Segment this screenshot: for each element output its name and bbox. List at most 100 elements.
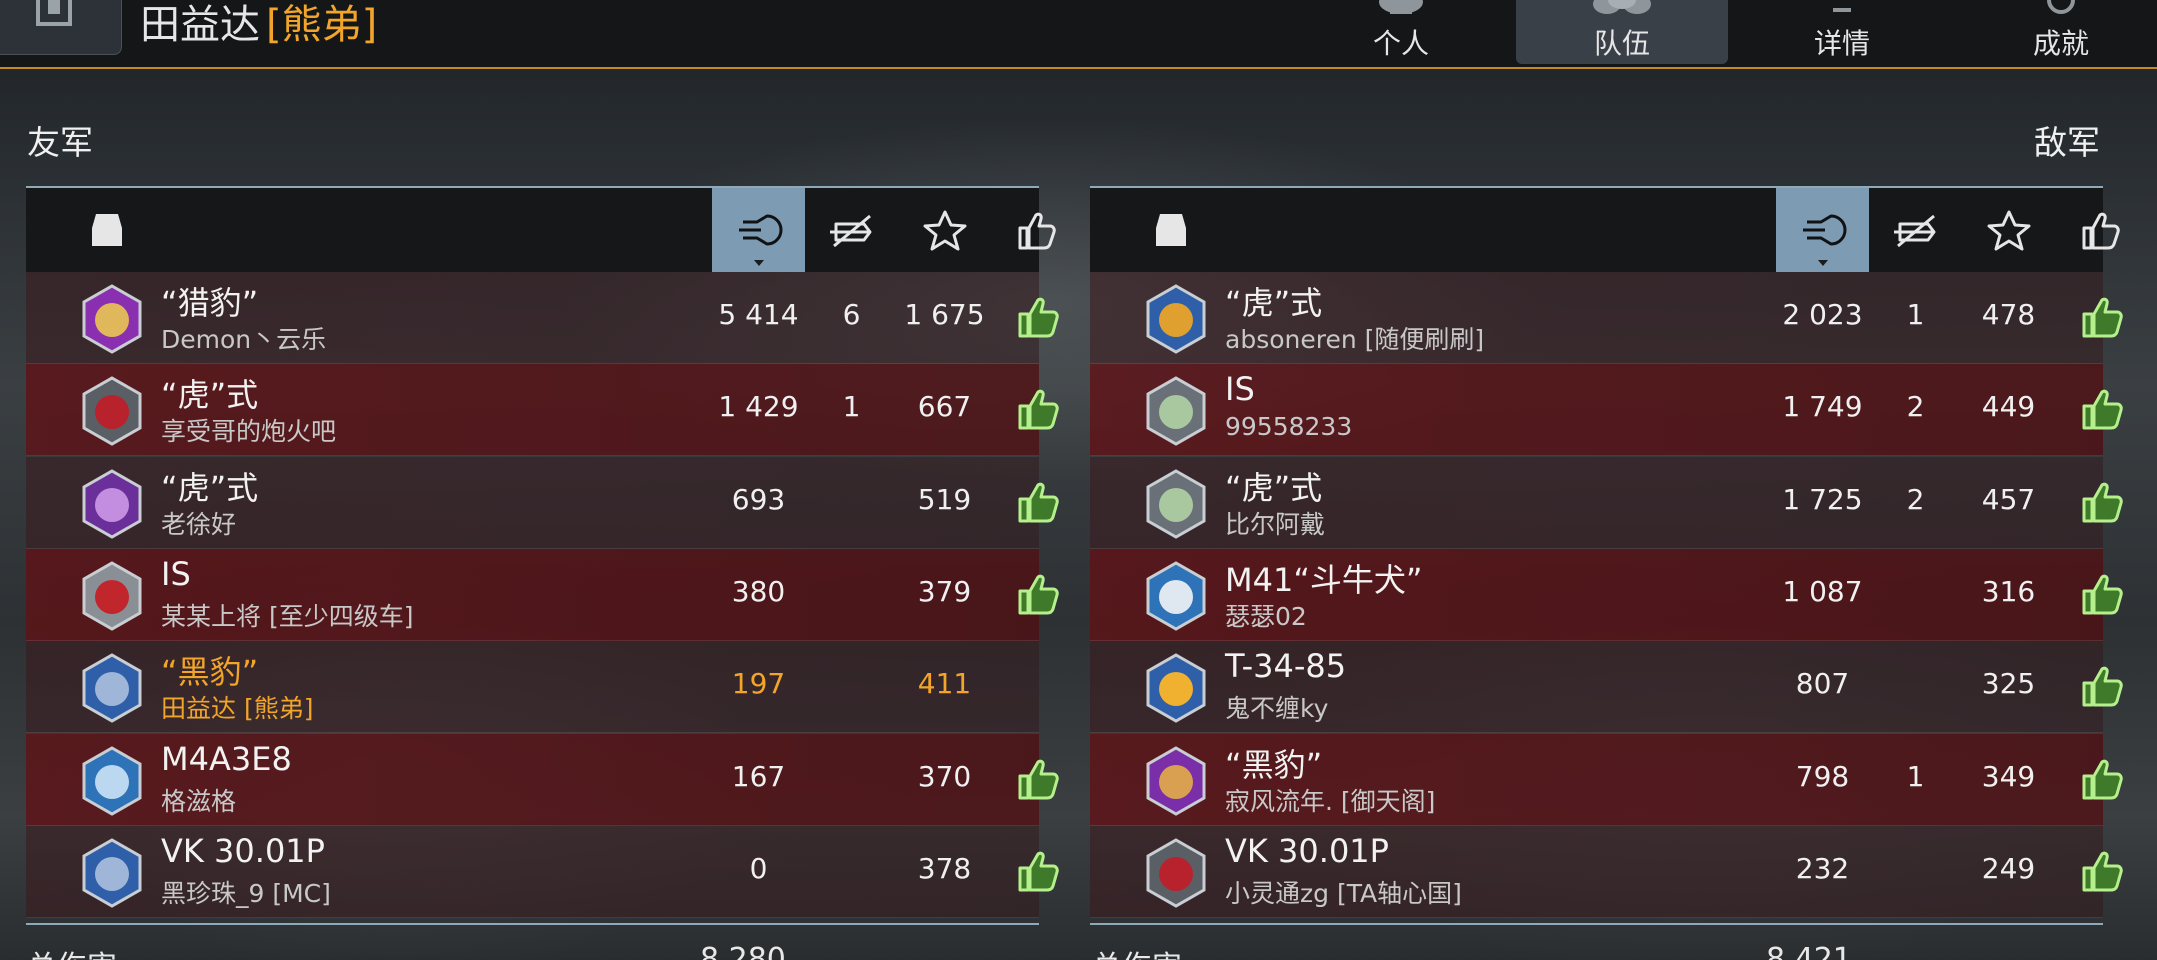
page-title: 田益达 [熊弟] <box>140 0 377 55</box>
player-rank-badge-icon <box>82 745 142 816</box>
back-button[interactable] <box>0 0 122 55</box>
like-button[interactable] <box>2055 380 2148 440</box>
tab-label: 个人 <box>1372 27 1429 60</box>
kills-value: 2 <box>1906 390 1925 424</box>
player-name: 寂风流年. [御天阁] <box>1225 786 1436 816</box>
enemies-total-value: 8 421 <box>1766 942 1852 960</box>
thumbs-up-icon <box>2082 759 2123 799</box>
player-name: 鬼不缠ky <box>1225 694 1329 724</box>
xp-value: 478 <box>1981 298 2036 331</box>
enemies-title: 敌军 <box>2034 123 2100 162</box>
player-rank-badge-icon <box>82 561 142 631</box>
player-rank-badge-icon <box>1146 838 1206 908</box>
player-row[interactable]: IS 99558233 1 749 2 449 <box>1090 364 2123 457</box>
player-name: 瑟瑟02 <box>1225 601 1307 631</box>
tab-label: 队伍 <box>1593 27 1650 60</box>
divider <box>1090 923 2103 925</box>
tab-achievements[interactable]: 成就 <box>1955 0 2157 64</box>
sort-damage-column[interactable] <box>1776 188 1869 272</box>
damage-value: 807 <box>1795 667 1850 701</box>
xp-value: 370 <box>917 759 972 793</box>
clan-tag: [熊弟] <box>266 2 378 48</box>
sort-kills-column[interactable] <box>805 188 898 272</box>
like-button[interactable] <box>2055 750 2148 810</box>
like-button[interactable] <box>991 473 1084 533</box>
tank-icon <box>1156 214 1186 246</box>
like-button[interactable] <box>991 288 1084 348</box>
xp-value: 449 <box>1981 390 2036 424</box>
kills-icon <box>829 214 871 248</box>
sort-like-column[interactable] <box>2055 188 2148 272</box>
thumbs-up-icon <box>2082 482 2123 523</box>
player-name: 黑珍珠_9 [MC] <box>161 878 331 908</box>
xp-star-icon <box>1987 210 2030 251</box>
player-row[interactable]: “黑豹” 田益达 [熊弟] 197 411 <box>26 641 1039 734</box>
damage-value: 197 <box>731 667 786 701</box>
tab-details[interactable]: 详情 <box>1736 0 1948 64</box>
kills-value: 6 <box>842 298 861 331</box>
player-row[interactable]: T-34-85 鬼不缠ky 807 325 <box>1090 641 2123 734</box>
player-name: Demon丶云乐 <box>161 325 327 354</box>
damage-value: 693 <box>731 482 786 516</box>
like-button[interactable] <box>2055 657 2148 717</box>
damage-value: 5 414 <box>718 298 799 331</box>
sort-like-column[interactable] <box>991 188 1084 272</box>
like-button[interactable] <box>991 750 1084 810</box>
thumbs-up-icon <box>1018 482 1059 523</box>
damage-icon <box>738 214 782 246</box>
sort-damage-column[interactable] <box>712 188 805 272</box>
damage-value: 1 429 <box>718 390 799 424</box>
player-row[interactable]: “虎”式 老徐好 693 519 <box>26 456 1059 549</box>
xp-value: 249 <box>1981 851 2036 885</box>
kills-value: 1 <box>1906 298 1925 331</box>
player-rank-badge-icon <box>1146 561 1206 631</box>
tank-name: VK 30.01P <box>161 831 325 870</box>
like-button[interactable] <box>991 380 1084 440</box>
player-row[interactable]: VK 30.01P 黑珍珠_9 [MC] 0 378 <box>26 825 1059 918</box>
tank-name: “虎”式 <box>1225 468 1323 507</box>
like-button[interactable] <box>991 842 1084 902</box>
player-row[interactable]: “虎”式 享受哥的炮火吧 1 429 1 667 <box>26 364 1059 457</box>
tab-label: 详情 <box>1813 27 1870 60</box>
damage-value: 167 <box>731 759 786 793</box>
xp-value: 378 <box>917 851 972 885</box>
like-button[interactable] <box>2055 288 2148 348</box>
allies-total-value: 8 280 <box>700 942 786 960</box>
damage-value: 232 <box>1795 851 1850 885</box>
tab-team[interactable]: 队伍 <box>1516 0 1728 64</box>
sort-xp-star-column[interactable] <box>898 188 991 272</box>
sort-xp-star-column[interactable] <box>1962 188 2055 272</box>
player-row[interactable]: IS 某某上将 [至少四级车] 380 379 <box>26 548 1059 641</box>
thumbs-up-icon <box>2082 390 2123 430</box>
sort-kills-column[interactable] <box>1869 188 1962 272</box>
player-row[interactable]: VK 30.01P 小灵通zg [TA轴心国] 232 249 <box>1090 825 2123 918</box>
tank-name: M4A3E8 <box>161 739 292 778</box>
like-button[interactable] <box>2055 473 2148 533</box>
thumbs-up-icon <box>2082 297 2123 338</box>
player-rank-badge-icon <box>1146 468 1206 539</box>
like-button[interactable] <box>991 565 1084 625</box>
tank-name: “黑豹” <box>161 653 259 692</box>
player-row[interactable]: “虎”式 absoneren [随便刷刷] 2 023 1 478 <box>1090 272 2123 364</box>
thumbs-up-icon <box>1018 390 1059 430</box>
tab-label: 成就 <box>2032 27 2089 60</box>
damage-value: 1 749 <box>1782 390 1863 424</box>
damage-value: 1 087 <box>1782 574 1863 608</box>
tab-personal[interactable]: 个人 <box>1295 0 1507 64</box>
player-row[interactable]: “黑豹” 寂风流年. [御天阁] 798 1 349 <box>1090 733 2123 826</box>
tank-name: T-34-85 <box>1225 647 1347 686</box>
player-row[interactable]: M41“斗牛犬” 瑟瑟02 1 087 316 <box>1090 548 2123 641</box>
like-button[interactable] <box>2055 842 2148 902</box>
allies-panel: “猎豹” Demon丶云乐 5 414 6 1 675 “虎”式 享受哥的炮火吧 1 429 1… <box>26 186 1059 925</box>
tank-name: “猎豹” <box>161 284 259 322</box>
xp-value: 325 <box>1981 667 2036 701</box>
like-button[interactable] <box>2055 565 2148 625</box>
thumbs-up-icon <box>1018 851 1059 892</box>
player-row[interactable]: “虎”式 比尔阿戴 1 725 2 457 <box>1090 456 2123 549</box>
like-icon <box>2082 212 2120 250</box>
player-row[interactable]: M4A3E8 格滋格 167 370 <box>26 733 1059 826</box>
column-header-row <box>1090 188 2120 272</box>
player-row[interactable]: “猎豹” Demon丶云乐 5 414 6 1 675 <box>26 272 1059 364</box>
top-bar: 田益达 [熊弟] 个人 队伍 详情 成就 <box>0 0 2157 69</box>
thumbs-up-icon <box>2082 851 2123 892</box>
